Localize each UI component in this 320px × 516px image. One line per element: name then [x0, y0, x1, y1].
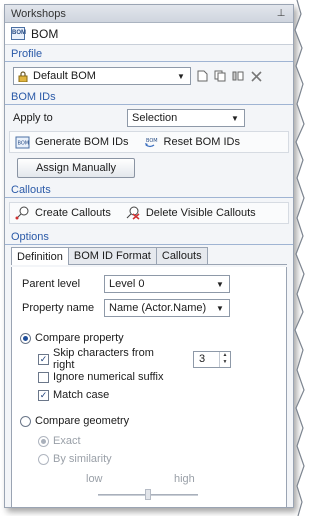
slider-low-label: low — [86, 473, 103, 485]
assign-manually-label: Assign Manually — [35, 162, 117, 174]
exact-label: Exact — [53, 435, 81, 447]
panel-title: Workshops — [11, 7, 66, 20]
workshop-name: BOM — [31, 26, 59, 41]
tab-bom-id-format[interactable]: BOM ID Format — [67, 247, 157, 264]
compare-geometry-radio[interactable]: Compare geometry — [12, 412, 286, 430]
parent-level-value: Level 0 — [109, 278, 145, 290]
ignore-suffix-checkbox[interactable]: Ignore numerical suffix — [12, 368, 286, 386]
skip-characters-check: ✓ — [38, 353, 49, 365]
similarity-slider-labels: low high — [12, 470, 286, 488]
delete-callout-icon — [125, 206, 141, 220]
property-name-label: Property name — [22, 302, 95, 314]
callouts-section-header[interactable]: Callouts — [5, 183, 293, 198]
copy-document-icon[interactable] — [213, 69, 227, 83]
reset-bom-icon: BOM — [143, 135, 159, 149]
parent-level-label: Parent level — [22, 278, 81, 290]
chevron-down-icon: ▼ — [231, 113, 239, 123]
delete-visible-callouts-button[interactable]: Delete Visible Callouts — [125, 206, 256, 220]
callouts-actions: Create Callouts Delete Visible Callouts — [9, 202, 289, 224]
apply-to-label: Apply to — [13, 112, 53, 124]
new-document-icon[interactable] — [195, 69, 209, 83]
chevron-down-icon: ▼ — [216, 279, 224, 289]
similarity-slider[interactable] — [98, 488, 198, 502]
ignore-suffix-label: Ignore numerical suffix — [53, 371, 164, 383]
delete-visible-callouts-label: Delete Visible Callouts — [145, 207, 256, 219]
torn-edge-decoration — [294, 0, 315, 516]
options-tabs: Definition BOM ID Format Callouts — [11, 247, 287, 265]
pin-icon[interactable]: ⊥ — [275, 8, 287, 20]
create-callouts-button[interactable]: Create Callouts — [14, 206, 111, 220]
profile-select[interactable]: Default BOM ▼ — [13, 67, 191, 85]
generate-bom-ids-label: Generate BOM IDs — [35, 136, 129, 148]
profile-section-title: Profile — [11, 48, 43, 60]
workshop-header: BOM BOM — [5, 23, 293, 45]
stepper-buttons[interactable]: ▲ ▼ — [219, 351, 230, 367]
svg-text:BOM: BOM — [17, 140, 29, 146]
match-case-check: ✓ — [38, 389, 49, 401]
bom-ids-section-title: BOM IDs — [11, 91, 56, 103]
match-case-label: Match case — [53, 389, 110, 401]
tab-definition-label: Definition — [17, 250, 63, 263]
by-similarity-radio-indicator — [38, 453, 49, 465]
stepper-up-icon[interactable]: ▲ — [220, 352, 230, 360]
profile-select-value: Default BOM — [33, 70, 96, 82]
match-case-checkbox[interactable]: ✓ Match case — [12, 386, 286, 404]
profile-section-header[interactable]: Profile — [5, 47, 293, 62]
by-similarity-label: By similarity — [53, 453, 112, 465]
apply-to-value: Selection — [132, 112, 178, 124]
lock-icon — [18, 70, 30, 82]
chevron-down-icon: ▼ — [177, 71, 185, 81]
create-callouts-label: Create Callouts — [35, 207, 111, 219]
bom-icon: BOM — [11, 27, 26, 40]
slider-high-label: high — [174, 473, 195, 485]
workshops-panel: Workshops ⊥ BOM BOM Profile Default BOM … — [4, 4, 294, 508]
compare-property-radio-indicator — [20, 332, 31, 344]
panel-titlebar: Workshops ⊥ — [5, 5, 293, 23]
chevron-down-icon: ▼ — [216, 303, 224, 313]
close-icon[interactable] — [249, 69, 263, 83]
reset-bom-ids-label: Reset BOM IDs — [163, 136, 240, 148]
generate-bom-ids-button[interactable]: BOM Generate BOM IDs — [14, 135, 129, 149]
skip-characters-stepper[interactable]: 3 ▲ ▼ — [193, 350, 231, 368]
slider-thumb[interactable] — [145, 489, 151, 500]
stepper-down-icon[interactable]: ▼ — [220, 359, 230, 367]
skip-characters-label: Skip characters from right — [53, 347, 154, 371]
options-section-header[interactable]: Options — [5, 230, 293, 245]
svg-text:BOM: BOM — [146, 138, 158, 144]
tab-definition[interactable]: Definition — [11, 247, 69, 265]
reset-bom-ids-button[interactable]: BOM Reset BOM IDs — [143, 135, 240, 149]
compare-property-radio[interactable]: Compare property — [12, 329, 286, 347]
tab-bom-id-format-label: BOM ID Format — [73, 250, 151, 262]
by-similarity-radio[interactable]: By similarity — [12, 450, 286, 468]
compare-property-label: Compare property — [35, 332, 124, 344]
exact-radio[interactable]: Exact — [12, 432, 286, 450]
create-callout-icon — [14, 206, 30, 220]
compare-geometry-radio-indicator — [20, 415, 31, 427]
exact-radio-indicator — [38, 435, 49, 447]
parent-level-select[interactable]: Level 0 ▼ — [104, 275, 230, 293]
apply-to-select[interactable]: Selection ▼ — [127, 109, 245, 127]
definition-tab-content: Parent level Level 0 ▼ Property name Nam… — [11, 267, 287, 507]
callouts-section-title: Callouts — [11, 184, 51, 196]
skip-characters-value: 3 — [199, 353, 206, 365]
options-section-title: Options — [11, 231, 49, 243]
tab-callouts-label: Callouts — [161, 250, 202, 262]
assign-manually-button[interactable]: Assign Manually — [17, 158, 135, 178]
tab-callouts[interactable]: Callouts — [155, 247, 208, 264]
ignore-suffix-check — [38, 371, 49, 383]
bom-ids-section-header[interactable]: BOM IDs — [5, 90, 293, 105]
compare-geometry-label: Compare geometry — [35, 415, 130, 427]
columns-icon[interactable] — [231, 69, 245, 83]
skip-characters-checkbox[interactable]: ✓ Skip characters from right 3 ▲ ▼ — [12, 347, 286, 371]
bom-ids-actions: BOM Generate BOM IDs BOM Reset BOM IDs — [9, 131, 289, 153]
property-name-value: Name (Actor.Name) — [109, 302, 207, 314]
property-name-select[interactable]: Name (Actor.Name) ▼ — [104, 299, 230, 317]
generate-bom-icon: BOM — [14, 135, 30, 149]
